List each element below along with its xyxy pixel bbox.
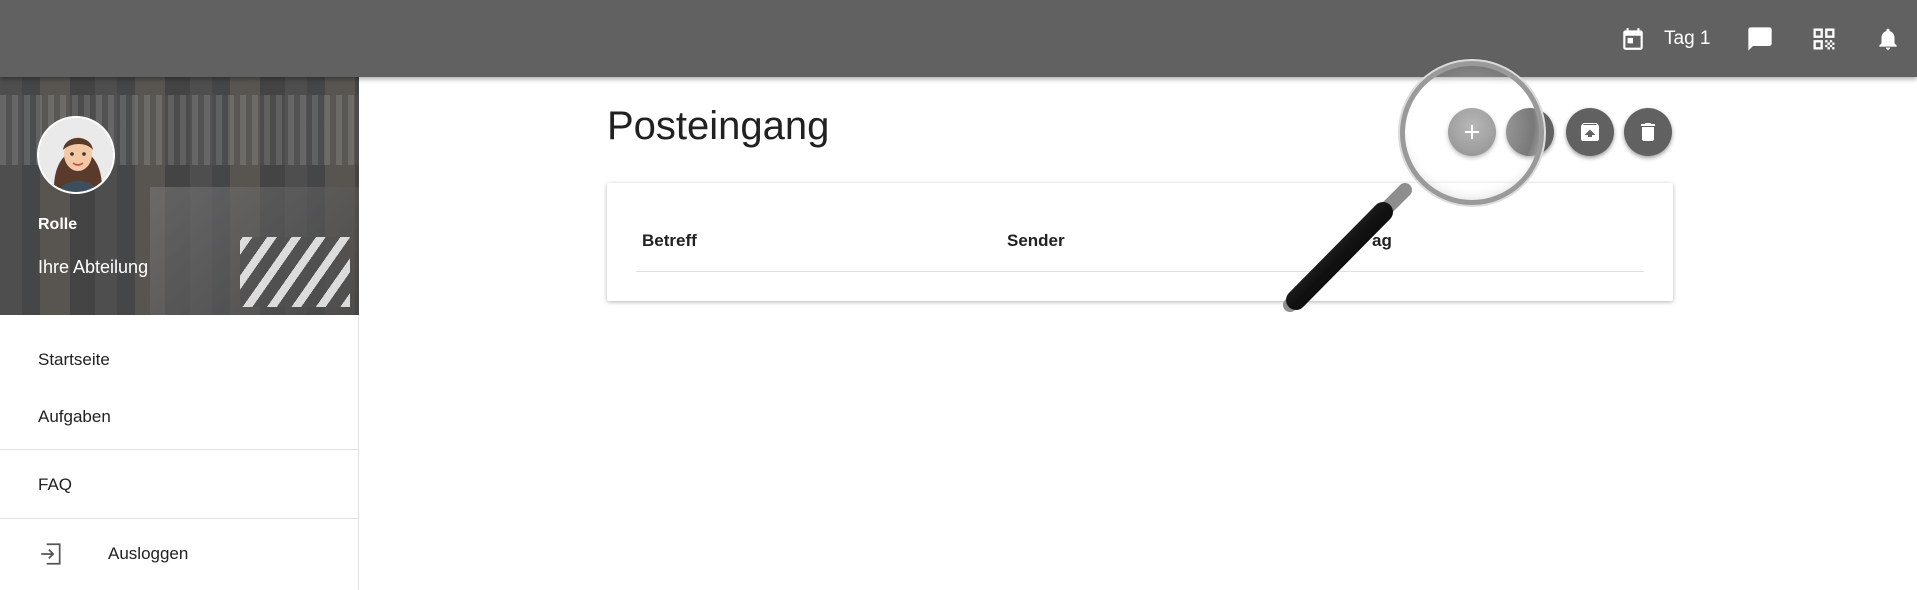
delete-icon [1641, 123, 1655, 141]
table-header-divider [636, 271, 1644, 272]
sidebar-item-faq[interactable]: FAQ [0, 457, 359, 513]
delete-button[interactable] [1624, 108, 1672, 156]
sidebar-item-aufgaben[interactable]: Aufgaben [0, 389, 359, 445]
user-role: Rolle [38, 216, 78, 233]
archive-icon [1581, 123, 1599, 141]
avatar[interactable] [37, 116, 115, 194]
bell-icon [1879, 28, 1897, 50]
top-app-bar: Tag 1 [0, 0, 1917, 77]
sidebar: Rolle Ihre Abteilung Startseite Aufgaben… [0, 77, 359, 590]
logout-icon [41, 543, 61, 565]
user-department: Ihre Abteilung [38, 257, 149, 277]
sidebar-item-label: Startseite [38, 350, 110, 369]
day-label: Tag 1 [1664, 27, 1711, 49]
sidebar-item-startseite[interactable]: Startseite [0, 332, 359, 388]
qr-code-button[interactable] [1810, 0, 1838, 77]
notifications-button[interactable] [1875, 0, 1901, 77]
archive-button[interactable] [1566, 108, 1614, 156]
sidebar-item-label: Aufgaben [38, 407, 111, 426]
sidebar-divider [0, 518, 359, 519]
column-header-subject[interactable]: Betreff [642, 231, 697, 251]
page-title: Posteingang [607, 104, 830, 148]
avatar-illustration [39, 118, 113, 192]
chat-button[interactable] [1746, 0, 1774, 77]
sidebar-item-logout[interactable]: Ausloggen [0, 526, 359, 582]
column-header-sender[interactable]: Sender [1007, 231, 1065, 251]
inbox-table: Betreff Sender ag [607, 183, 1673, 301]
chat-icon [1748, 26, 1772, 51]
calendar-icon [1623, 27, 1643, 50]
qr-code-icon [1813, 28, 1835, 49]
add-icon [1465, 125, 1479, 139]
sidebar-item-label: Ausloggen [108, 544, 189, 563]
column-header-date[interactable]: ag [1372, 231, 1392, 251]
sidebar-divider [0, 449, 359, 450]
hidden-action-button[interactable] [1506, 108, 1554, 156]
day-indicator[interactable]: Tag 1 [1620, 0, 1710, 77]
profile-header: Rolle Ihre Abteilung [0, 77, 359, 315]
header-background-trucks [240, 237, 350, 307]
sidebar-item-label: FAQ [38, 475, 73, 494]
add-button[interactable] [1448, 108, 1496, 156]
